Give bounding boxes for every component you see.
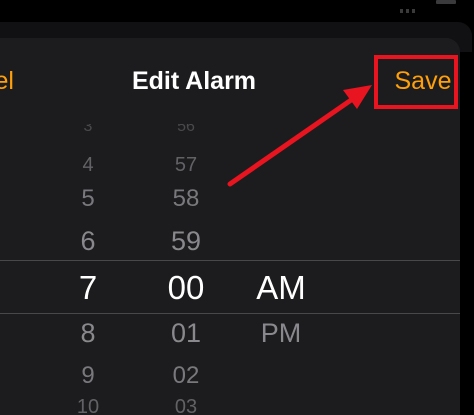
minute-option[interactable]: 01 bbox=[148, 318, 224, 349]
minute-option[interactable]: 02 bbox=[148, 362, 224, 390]
navigation-bar: el Edit Alarm Save bbox=[0, 38, 460, 124]
minute-option[interactable]: 58 bbox=[148, 185, 224, 213]
save-button[interactable]: Save bbox=[383, 67, 463, 96]
minute-option[interactable]: 59 bbox=[148, 226, 224, 257]
page-title: Edit Alarm bbox=[131, 67, 257, 95]
minute-option[interactable]: 56 bbox=[148, 124, 224, 136]
period-option-selected[interactable]: AM bbox=[245, 269, 317, 307]
hour-option-selected[interactable]: 7 bbox=[58, 269, 118, 307]
signal-icon bbox=[400, 0, 424, 13]
hour-option[interactable]: 9 bbox=[58, 362, 118, 390]
period-option[interactable]: PM bbox=[245, 318, 317, 349]
hour-option[interactable]: 6 bbox=[58, 226, 118, 257]
time-picker[interactable]: 3 4 5 6 7 8 9 10 56 57 58 59 00 01 02 03… bbox=[0, 124, 460, 415]
minute-option-selected[interactable]: 00 bbox=[148, 269, 224, 307]
hour-option[interactable]: 5 bbox=[58, 185, 118, 213]
minute-option[interactable]: 03 bbox=[148, 396, 224, 415]
hour-option[interactable]: 3 bbox=[58, 124, 118, 136]
status-bar bbox=[0, 0, 474, 22]
hour-option[interactable]: 10 bbox=[58, 396, 118, 415]
edit-alarm-screen: el Edit Alarm Save 3 4 5 6 7 8 9 10 56 5… bbox=[0, 0, 474, 415]
battery-icon bbox=[436, 0, 456, 4]
hour-option[interactable]: 4 bbox=[58, 154, 118, 177]
hour-option[interactable]: 8 bbox=[58, 318, 118, 349]
minute-option[interactable]: 57 bbox=[148, 154, 224, 177]
